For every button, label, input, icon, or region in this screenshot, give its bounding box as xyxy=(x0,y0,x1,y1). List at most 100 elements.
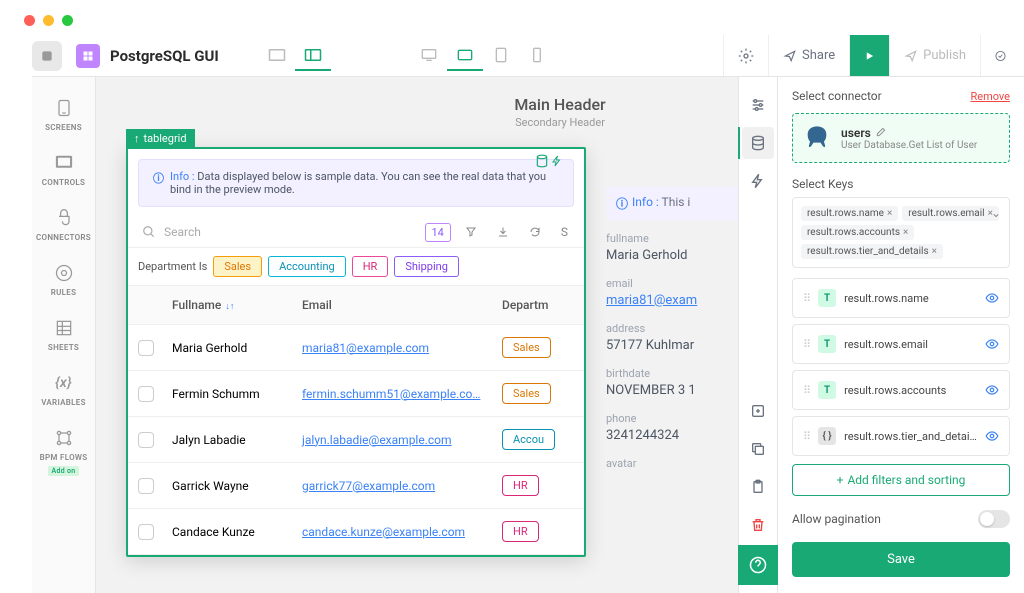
save-button[interactable]: Save xyxy=(792,542,1010,577)
drag-handle-icon[interactable]: ⠿ xyxy=(803,292,810,305)
check-button[interactable] xyxy=(980,35,1020,76)
publish-button[interactable]: Publish xyxy=(889,35,980,76)
row-checkbox[interactable] xyxy=(138,524,154,540)
keys-selector[interactable]: ⌄ result.rows.name × result.rows.email × r… xyxy=(792,197,1010,268)
remove-key-icon[interactable]: × xyxy=(887,208,892,219)
database-icon[interactable] xyxy=(742,127,774,159)
col-department[interactable]: Departm xyxy=(494,286,584,324)
eye-icon[interactable] xyxy=(985,383,999,397)
database-icon xyxy=(535,154,549,168)
sheets-icon xyxy=(53,317,75,339)
sort-icon: ↓↑ xyxy=(225,302,234,312)
rail-controls[interactable]: CONTROLS xyxy=(32,142,95,197)
drag-handle-icon[interactable]: ⠿ xyxy=(803,338,810,351)
desktop-icon[interactable] xyxy=(411,41,447,71)
search-icon xyxy=(142,225,156,239)
table-row[interactable]: Candace Kunze candace.kunze@example.com … xyxy=(128,509,584,555)
field-item[interactable]: ⠿ T result.rows.accounts xyxy=(792,370,1010,410)
search-input[interactable]: Search xyxy=(138,221,417,243)
rail-sheets[interactable]: SHEETS xyxy=(32,307,95,362)
variables-icon: {x} xyxy=(53,372,75,394)
row-checkbox[interactable] xyxy=(138,340,154,356)
chip-accounting[interactable]: Accounting xyxy=(268,256,346,277)
remove-key-icon[interactable]: × xyxy=(903,227,908,238)
remove-link[interactable]: Remove xyxy=(970,90,1010,103)
field-item[interactable]: ⠿ { } result.rows.tier_and_detai… xyxy=(792,416,1010,456)
tablegrid-control[interactable]: ↑ tablegrid ⓘ Info : Data displayed belo… xyxy=(126,147,586,557)
plus-icon: + xyxy=(837,473,844,487)
filter-icon[interactable] xyxy=(459,222,483,242)
table-row[interactable]: Jalyn Labadie jalyn.labadie@example.com … xyxy=(128,417,584,463)
drag-handle-icon[interactable]: ⠿ xyxy=(803,430,810,443)
edit-icon[interactable] xyxy=(875,127,886,138)
bolt-icon[interactable] xyxy=(742,165,774,197)
chip-hr[interactable]: HR xyxy=(352,256,389,277)
cell-email[interactable]: maria81@example.com xyxy=(302,341,429,355)
refresh-icon[interactable] xyxy=(523,222,547,242)
select-connector-label: Select connector xyxy=(792,89,882,103)
table-row[interactable]: Maria Gerhold maria81@example.com Sales xyxy=(128,325,584,371)
rail-variables[interactable]: {x} VARIABLES xyxy=(32,362,95,417)
add-icon[interactable] xyxy=(742,395,774,427)
table-row[interactable]: Garrick Wayne garrick77@example.com HR xyxy=(128,463,584,509)
play-button[interactable] xyxy=(849,35,889,76)
remove-key-icon[interactable]: × xyxy=(932,246,937,257)
field-name: result.rows.tier_and_detai… xyxy=(844,430,977,443)
tablet-portrait-icon[interactable] xyxy=(483,41,519,71)
layout-single-icon[interactable] xyxy=(259,41,295,71)
dept-tag: Sales xyxy=(502,383,551,404)
minimize-dot[interactable] xyxy=(43,15,54,26)
rail-connectors[interactable]: CONNECTORS xyxy=(32,197,95,252)
field-item[interactable]: ⠿ T result.rows.name xyxy=(792,278,1010,318)
pagination-toggle[interactable] xyxy=(978,510,1010,528)
cell-email[interactable]: garrick77@example.com xyxy=(302,479,435,493)
row-checkbox[interactable] xyxy=(138,386,154,402)
eye-icon[interactable] xyxy=(985,337,999,351)
key-tag[interactable]: result.rows.email × xyxy=(902,206,999,221)
delete-icon[interactable] xyxy=(742,509,774,541)
drag-handle-icon[interactable]: ⠿ xyxy=(803,384,810,397)
layout-split-icon[interactable] xyxy=(295,41,331,71)
key-tag[interactable]: result.rows.accounts × xyxy=(801,225,914,240)
sliders-icon[interactable] xyxy=(742,89,774,121)
col-email[interactable]: Email xyxy=(294,286,494,324)
rail-rules[interactable]: RULES xyxy=(32,252,95,307)
chip-shipping[interactable]: Shipping xyxy=(394,256,459,277)
cell-email[interactable]: candace.kunze@example.com xyxy=(302,525,465,539)
close-dot[interactable] xyxy=(24,15,35,26)
cell-email[interactable]: fermin.schumm51@example.co… xyxy=(302,387,480,401)
rail-bpm[interactable]: BPM FLOWS Add on xyxy=(32,417,95,486)
chevron-down-icon[interactable]: ⌄ xyxy=(991,206,1001,220)
dept-tag: HR xyxy=(502,521,539,542)
mobile-icon[interactable] xyxy=(519,41,555,71)
eye-icon[interactable] xyxy=(985,429,999,443)
field-item[interactable]: ⠿ T result.rows.email xyxy=(792,324,1010,364)
share-button[interactable]: Share xyxy=(768,35,849,76)
tablet-landscape-icon[interactable] xyxy=(447,41,483,71)
table-header: Fullname↓↑ Email Departm xyxy=(128,286,584,325)
type-badge: T xyxy=(818,335,836,353)
row-checkbox[interactable] xyxy=(138,478,154,494)
brand-logo[interactable] xyxy=(32,41,62,71)
settings-button[interactable] xyxy=(723,35,768,76)
rail-screens[interactable]: SCREENS xyxy=(32,87,95,142)
eye-icon[interactable] xyxy=(985,291,999,305)
copy-icon[interactable] xyxy=(742,433,774,465)
download-icon[interactable] xyxy=(491,222,515,242)
key-tag[interactable]: result.rows.tier_and_details × xyxy=(801,244,943,259)
table-row[interactable]: Fermin Schumm fermin.schumm51@example.co… xyxy=(128,371,584,417)
row-checkbox[interactable] xyxy=(138,432,154,448)
screens-icon xyxy=(53,97,75,119)
filter-row: Department Is Sales Accounting HR Shippi… xyxy=(128,248,584,286)
help-icon[interactable] xyxy=(738,545,778,585)
col-fullname[interactable]: Fullname↓↑ xyxy=(164,286,294,324)
add-filters-button[interactable]: + Add filters and sorting xyxy=(792,464,1010,496)
maximize-dot[interactable] xyxy=(62,15,73,26)
cell-email[interactable]: jalyn.labadie@example.com xyxy=(302,433,452,447)
connector-box[interactable]: users User Database.Get List of User xyxy=(792,113,1010,163)
clipboard-icon[interactable] xyxy=(742,471,774,503)
chip-sales[interactable]: Sales xyxy=(213,256,262,277)
cell-name: Jalyn Labadie xyxy=(164,421,294,459)
key-tag[interactable]: result.rows.name × xyxy=(801,206,898,221)
s-button[interactable]: S xyxy=(555,221,574,243)
